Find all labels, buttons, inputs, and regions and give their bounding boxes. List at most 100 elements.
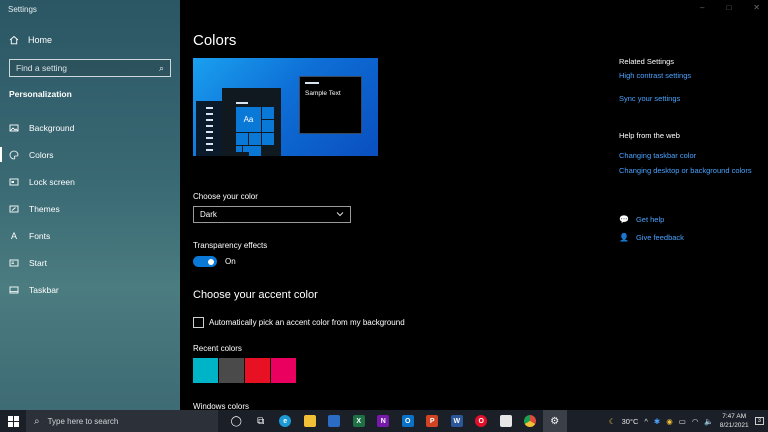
time: 7:47 AM: [722, 413, 747, 420]
security-icon[interactable]: ◉: [666, 417, 673, 426]
taskbar-icon: [9, 285, 19, 295]
taskbar-app-button[interactable]: N: [371, 410, 396, 432]
choose-color-value: Dark: [200, 210, 217, 219]
minimize-button[interactable]: –: [700, 3, 704, 12]
transparency-toggle[interactable]: [193, 256, 217, 267]
taskbar-app-button[interactable]: [322, 410, 347, 432]
preview-window: Sample Text: [299, 76, 362, 134]
system-tray: ☾ 30°C ^ ✱ ◉ ▭ ◠ 🔈 7:47 AM 8/21/2021 3: [609, 410, 768, 432]
wifi-icon[interactable]: ◠: [692, 417, 699, 426]
chevron-up-icon[interactable]: ^: [644, 417, 648, 426]
taskbar-app-button[interactable]: ⧉: [249, 410, 274, 432]
start-button[interactable]: [0, 410, 26, 432]
get-help-link[interactable]: 💬 Get help: [619, 215, 664, 224]
taskbar-color-help-link[interactable]: Changing taskbar color: [619, 151, 759, 160]
image-icon: [9, 123, 19, 133]
transparency-state: On: [225, 257, 236, 266]
notepad-icon: [499, 415, 512, 427]
preview-sample-text: Sample Text: [305, 90, 341, 97]
settings-icon: ⚙: [550, 415, 560, 427]
sidebar-item-themes[interactable]: Themes: [0, 195, 180, 222]
lock-screen-icon: [9, 177, 19, 187]
weather-icon[interactable]: ☾: [609, 417, 616, 426]
maximize-button[interactable]: □: [726, 3, 731, 12]
sidebar-item-fonts[interactable]: A Fonts: [0, 222, 180, 249]
color-swatch[interactable]: [219, 358, 244, 383]
settings-search[interactable]: ⌕: [9, 59, 171, 77]
excel-icon: X: [352, 415, 365, 427]
task-switch-icon: ⧉: [257, 415, 265, 427]
preview-start-menu: Aa: [222, 88, 281, 156]
taskbar-app-button[interactable]: O: [396, 410, 421, 432]
file-explorer-icon: [303, 415, 316, 427]
taskbar-app-button[interactable]: W: [445, 410, 470, 432]
sidebar-item-label: Colors: [29, 149, 54, 160]
related-settings-title: Related Settings: [619, 57, 675, 66]
taskbar-app-button[interactable]: [494, 410, 519, 432]
task-view-icon: ◯: [230, 415, 242, 427]
taskbar-app-button[interactable]: [298, 410, 323, 432]
page-title: Colors: [193, 32, 237, 49]
taskbar-app-button[interactable]: X: [347, 410, 372, 432]
give-feedback-label: Give feedback: [635, 233, 684, 242]
sidebar-item-colors[interactable]: Colors: [0, 141, 180, 168]
taskbar-search-placeholder: Type here to search: [47, 416, 119, 426]
sidebar-item-background[interactable]: Background: [0, 114, 180, 141]
color-swatch[interactable]: [193, 358, 218, 383]
sidebar-item-label: Fonts: [29, 230, 51, 241]
opera-icon: O: [475, 415, 488, 427]
taskbar-app-button[interactable]: O: [469, 410, 494, 432]
help-web-title: Help from the web: [619, 131, 680, 140]
taskbar: ⌕ Type here to search ◯ ⧉ e X N O P W O ⚙ ☾ 30°C …: [0, 410, 768, 432]
preview-tile: Aa: [236, 107, 261, 132]
bluetooth-icon[interactable]: ✱: [654, 417, 660, 426]
feedback-icon: 👤: [619, 233, 629, 242]
get-help-label: Get help: [635, 215, 665, 224]
give-feedback-link[interactable]: 👤 Give feedback: [619, 233, 684, 242]
sidebar-item-label: Themes: [29, 203, 60, 214]
taskbar-app-button[interactable]: [518, 410, 543, 432]
color-swatch[interactable]: [271, 358, 296, 383]
volume-icon[interactable]: 🔈: [704, 417, 713, 426]
sync-settings-link[interactable]: Sync your settings: [619, 94, 759, 103]
preview-startbar: [196, 101, 222, 156]
taskbar-apps: ◯ ⧉ e X N O P W O ⚙: [224, 410, 567, 432]
window-controls: – □ ✕: [700, 3, 760, 12]
battery-icon[interactable]: ▭: [679, 417, 686, 426]
taskbar-app-button[interactable]: P: [420, 410, 445, 432]
edge-icon: e: [279, 415, 292, 427]
taskbar-app-button[interactable]: e: [273, 410, 298, 432]
notification-icon[interactable]: 3: [754, 417, 764, 425]
auto-accent-label: Automatically pick an accent color from …: [209, 318, 405, 327]
sidebar-item-label: Start: [29, 257, 47, 268]
recent-colors: [193, 358, 296, 383]
taskbar-search[interactable]: ⌕ Type here to search: [26, 410, 218, 432]
windows-logo-icon: [7, 415, 19, 427]
close-button[interactable]: ✕: [753, 3, 760, 12]
sidebar-item-start[interactable]: Start: [0, 249, 180, 276]
taskbar-app-button[interactable]: ⚙: [542, 410, 567, 432]
clock[interactable]: 7:47 AM 8/21/2021: [720, 412, 749, 430]
color-swatch[interactable]: [245, 358, 270, 383]
desktop-color-help-link[interactable]: Changing desktop or background colors: [619, 166, 759, 175]
chrome-icon: [524, 415, 537, 427]
high-contrast-link[interactable]: High contrast settings: [619, 71, 759, 80]
outlook-icon: O: [401, 415, 414, 427]
section-heading: Personalization: [9, 89, 72, 99]
transparency-label: Transparency effects: [193, 241, 268, 250]
sidebar-item-taskbar[interactable]: Taskbar: [0, 276, 180, 303]
settings-search-input[interactable]: [16, 63, 146, 73]
chevron-down-icon: [336, 210, 344, 219]
search-icon[interactable]: ⌕: [159, 63, 164, 74]
taskbar-app-button[interactable]: ◯: [224, 410, 249, 432]
auto-accent-checkbox[interactable]: [193, 317, 204, 328]
word-icon: W: [450, 415, 463, 427]
sidebar-home[interactable]: Home: [9, 35, 52, 45]
choose-color-dropdown[interactable]: Dark: [193, 206, 351, 223]
powerpoint-icon: P: [426, 415, 439, 427]
font-icon: A: [10, 230, 17, 241]
brush-icon: [9, 204, 19, 214]
chat-help-icon: 💬: [619, 215, 629, 224]
sidebar-item-lock-screen[interactable]: Lock screen: [0, 168, 180, 195]
temperature[interactable]: 30°C: [622, 417, 639, 426]
